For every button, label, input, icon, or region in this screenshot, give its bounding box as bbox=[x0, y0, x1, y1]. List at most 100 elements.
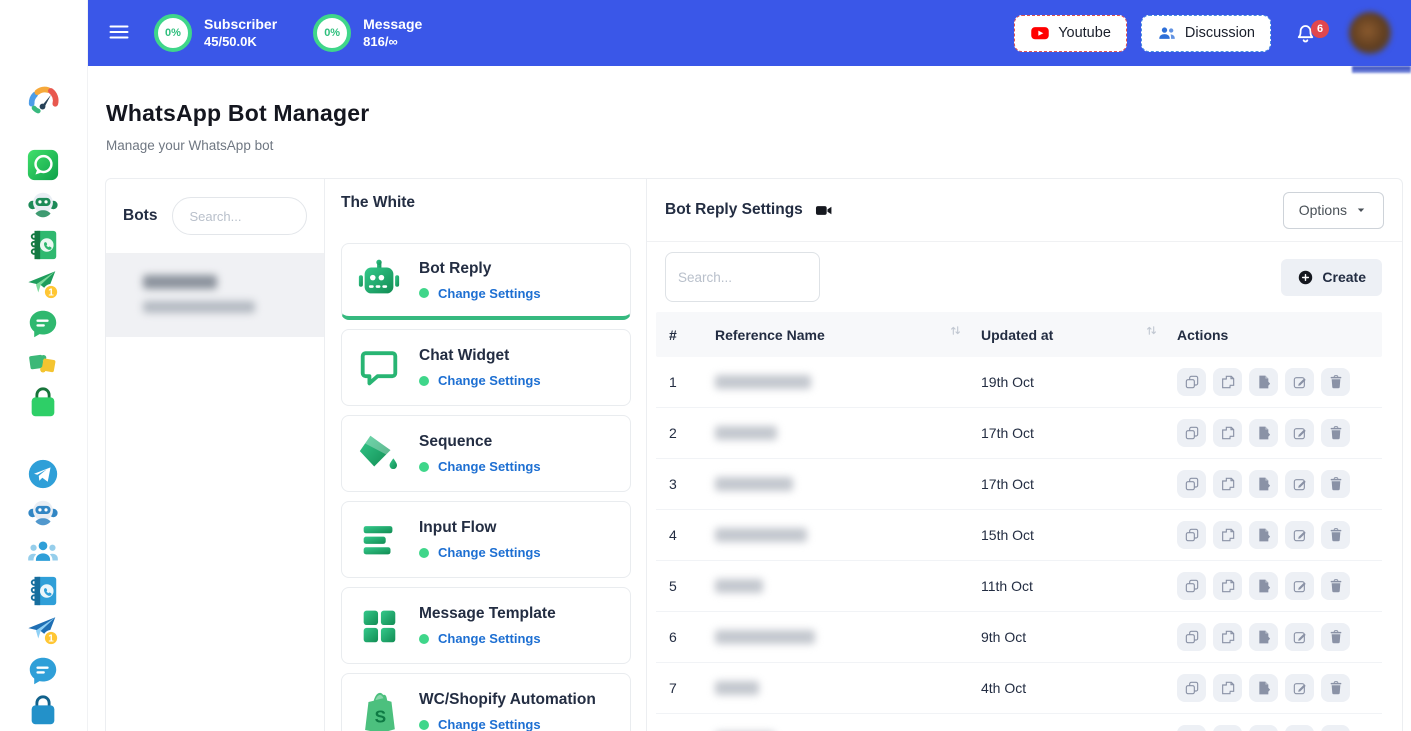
copy-button[interactable] bbox=[1213, 674, 1242, 702]
bots-panel-title: Bots bbox=[123, 207, 157, 225]
table-search-input[interactable] bbox=[665, 252, 820, 302]
export-button[interactable] bbox=[1249, 725, 1278, 731]
sidebar-item-telegram-contacts[interactable] bbox=[26, 574, 60, 608]
delete-button[interactable] bbox=[1321, 470, 1350, 498]
clone-icon bbox=[1184, 425, 1200, 441]
sidebar-item-telegram-broadcast[interactable]: 1 bbox=[26, 613, 60, 647]
clone-button[interactable] bbox=[1177, 521, 1206, 549]
menu-toggle-button[interactable] bbox=[106, 20, 132, 46]
delete-icon bbox=[1328, 680, 1344, 696]
clone-button[interactable] bbox=[1177, 419, 1206, 447]
change-settings-link[interactable]: Change Settings bbox=[438, 631, 541, 646]
chatWidget-icon bbox=[356, 345, 402, 391]
discussion-button[interactable]: Discussion bbox=[1141, 15, 1271, 52]
export-button[interactable] bbox=[1249, 368, 1278, 396]
settings-card-messageTemplate[interactable]: Message TemplateChange Settings bbox=[341, 587, 631, 664]
delete-button[interactable] bbox=[1321, 572, 1350, 600]
sort-icon[interactable] bbox=[1144, 327, 1159, 338]
status-dot bbox=[419, 288, 429, 298]
edit-button[interactable] bbox=[1285, 572, 1314, 600]
copy-button[interactable] bbox=[1213, 572, 1242, 600]
whatsapp-contacts-icon bbox=[26, 228, 60, 262]
sidebar-item-whatsapp-chat[interactable] bbox=[26, 307, 60, 341]
delete-button[interactable] bbox=[1321, 419, 1350, 447]
svg-text:1: 1 bbox=[48, 288, 54, 299]
delete-button[interactable] bbox=[1321, 674, 1350, 702]
settings-card-inputFlow[interactable]: Input FlowChange Settings bbox=[341, 501, 631, 578]
delete-button[interactable] bbox=[1321, 623, 1350, 651]
sidebar-item-whatsapp-integrations[interactable] bbox=[26, 346, 60, 380]
export-button[interactable] bbox=[1249, 674, 1278, 702]
export-button[interactable] bbox=[1249, 470, 1278, 498]
sidebar-item-whatsapp-broadcast[interactable]: 1 bbox=[26, 267, 60, 301]
column-header-updated-at[interactable]: Updated at bbox=[981, 327, 1177, 343]
options-button[interactable]: Options bbox=[1283, 192, 1384, 229]
sidebar-item-telegram-bot[interactable] bbox=[26, 496, 60, 530]
copy-button[interactable] bbox=[1213, 725, 1242, 731]
copy-button[interactable] bbox=[1213, 368, 1242, 396]
column-header-reference-name[interactable]: Reference Name bbox=[715, 327, 981, 343]
settings-card-wcShopify[interactable]: SWC/Shopify AutomationChange Settings bbox=[341, 673, 631, 731]
change-settings-link[interactable]: Change Settings bbox=[438, 286, 541, 301]
delete-icon bbox=[1328, 425, 1344, 441]
notifications-button[interactable]: 6 bbox=[1293, 20, 1319, 46]
copy-button[interactable] bbox=[1213, 470, 1242, 498]
row-actions bbox=[1177, 674, 1382, 702]
sidebar-item-whatsapp-store[interactable] bbox=[26, 386, 60, 420]
export-button[interactable] bbox=[1249, 572, 1278, 600]
change-settings-link[interactable]: Change Settings bbox=[438, 373, 541, 388]
export-button[interactable] bbox=[1249, 521, 1278, 549]
copy-button[interactable] bbox=[1213, 623, 1242, 651]
sidebar-item-whatsapp-bot[interactable] bbox=[26, 188, 60, 222]
caret-down-icon bbox=[1354, 203, 1368, 217]
row-updated-at: 17th Oct bbox=[981, 425, 1177, 441]
clone-button[interactable] bbox=[1177, 572, 1206, 600]
row-reference-name-redacted bbox=[715, 477, 981, 491]
settings-panel-header: Bot Reply Settings Options bbox=[647, 179, 1402, 242]
copy-button[interactable] bbox=[1213, 521, 1242, 549]
clone-button[interactable] bbox=[1177, 725, 1206, 731]
bots-search-input[interactable] bbox=[172, 197, 307, 235]
sidebar-item-telegram[interactable] bbox=[26, 457, 60, 491]
row-actions bbox=[1177, 470, 1382, 498]
sidebar-item-whatsapp[interactable] bbox=[26, 148, 60, 182]
copy-button[interactable] bbox=[1213, 419, 1242, 447]
sort-icon[interactable] bbox=[948, 327, 963, 338]
settings-card-sequence[interactable]: SequenceChange Settings bbox=[341, 415, 631, 492]
export-button[interactable] bbox=[1249, 419, 1278, 447]
row-updated-at: 9th Oct bbox=[981, 629, 1177, 645]
export-button[interactable] bbox=[1249, 623, 1278, 651]
edit-button[interactable] bbox=[1285, 725, 1314, 731]
bot-list-item-selected[interactable] bbox=[106, 254, 324, 337]
edit-button[interactable] bbox=[1285, 521, 1314, 549]
sidebar-item-telegram-store[interactable] bbox=[26, 694, 60, 728]
clone-button[interactable] bbox=[1177, 674, 1206, 702]
create-button[interactable]: Create bbox=[1281, 259, 1382, 296]
change-settings-link[interactable]: Change Settings bbox=[438, 459, 541, 474]
sidebar-item-telegram-group[interactable] bbox=[26, 535, 60, 569]
sidebar-item-whatsapp-contacts[interactable] bbox=[26, 228, 60, 262]
settings-card-botReply[interactable]: Bot ReplyChange Settings bbox=[341, 243, 631, 320]
row-updated-at: 17th Oct bbox=[981, 476, 1177, 492]
clone-button[interactable] bbox=[1177, 368, 1206, 396]
change-settings-link[interactable]: Change Settings bbox=[438, 545, 541, 560]
youtube-button[interactable]: Youtube bbox=[1014, 15, 1127, 52]
settings-card-chatWidget[interactable]: Chat WidgetChange Settings bbox=[341, 329, 631, 406]
user-avatar[interactable] bbox=[1349, 12, 1391, 54]
sidebar-item-telegram-chat[interactable] bbox=[26, 654, 60, 688]
reference-name-label: Reference Name bbox=[715, 327, 825, 343]
clone-button[interactable] bbox=[1177, 470, 1206, 498]
sidebar-item-dashboard[interactable] bbox=[26, 82, 60, 116]
delete-button[interactable] bbox=[1321, 521, 1350, 549]
edit-button[interactable] bbox=[1285, 623, 1314, 651]
edit-button[interactable] bbox=[1285, 470, 1314, 498]
edit-button[interactable] bbox=[1285, 419, 1314, 447]
edit-button[interactable] bbox=[1285, 674, 1314, 702]
delete-button[interactable] bbox=[1321, 368, 1350, 396]
whatsapp-store-icon bbox=[26, 386, 60, 420]
clone-button[interactable] bbox=[1177, 623, 1206, 651]
edit-button[interactable] bbox=[1285, 368, 1314, 396]
delete-button[interactable] bbox=[1321, 725, 1350, 731]
video-tutorial-icon[interactable] bbox=[814, 201, 833, 220]
change-settings-link[interactable]: Change Settings bbox=[438, 717, 541, 731]
